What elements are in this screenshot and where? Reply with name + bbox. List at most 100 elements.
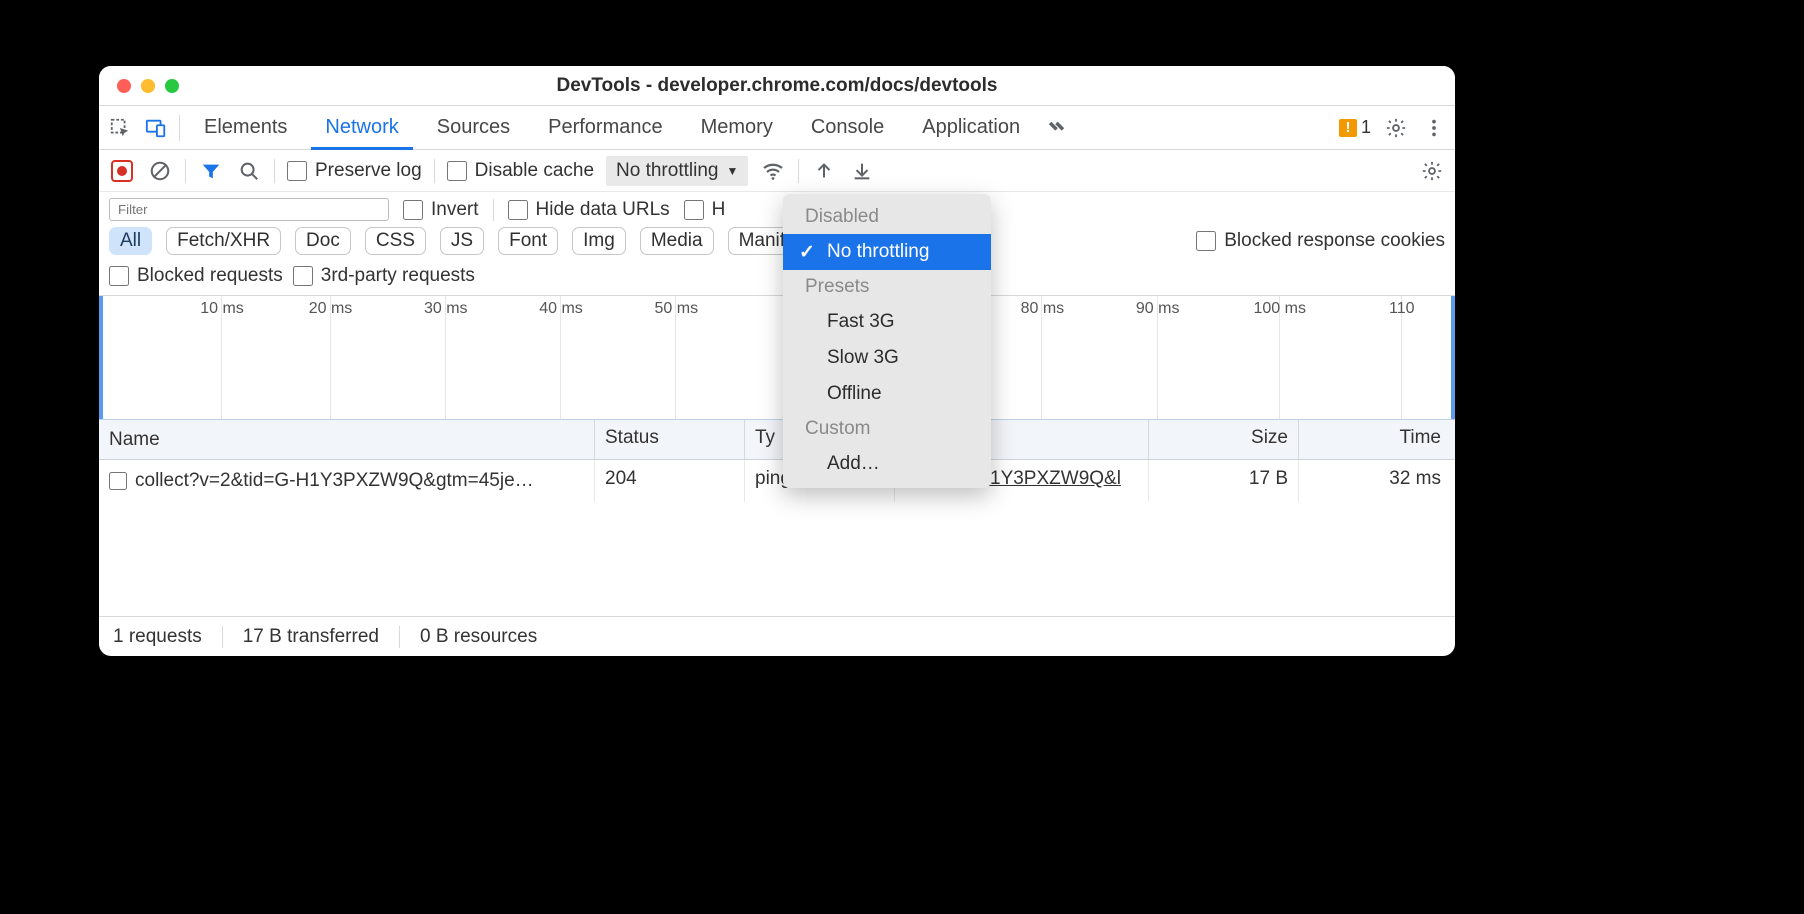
disable-cache-checkbox[interactable]: Disable cache xyxy=(447,160,594,182)
type-pill-media[interactable]: Media xyxy=(640,227,714,255)
tab-console[interactable]: Console xyxy=(797,108,898,147)
tab-performance[interactable]: Performance xyxy=(534,108,677,147)
col-header-status[interactable]: Status xyxy=(595,420,745,459)
type-pill-js[interactable]: JS xyxy=(440,227,484,255)
inspect-element-icon[interactable] xyxy=(107,115,133,141)
filter-input[interactable] xyxy=(109,198,389,221)
panel-settings-gear-icon[interactable] xyxy=(1419,158,1445,184)
network-toolbar: Preserve log Disable cache No throttling… xyxy=(99,150,1455,192)
request-time: 32 ms xyxy=(1299,460,1455,502)
separator xyxy=(179,115,180,141)
settings-gear-icon[interactable] xyxy=(1383,115,1409,141)
status-resources: 0 B resources xyxy=(420,626,537,648)
type-pill-font[interactable]: Font xyxy=(498,227,558,255)
timeline-tick: 40 ms xyxy=(560,296,561,419)
blocked-response-cookies-checkbox[interactable]: Blocked response cookies xyxy=(1196,230,1445,252)
timeline-handle-right[interactable] xyxy=(1451,296,1455,419)
col-header-name[interactable]: Name xyxy=(99,420,595,459)
timeline-tick: 30 ms xyxy=(445,296,446,419)
hide-data-urls-checkbox[interactable]: Hide data URLs xyxy=(508,199,670,221)
blocked-requests-checkbox[interactable]: Blocked requests xyxy=(109,265,283,287)
throttling-group-custom: Custom xyxy=(783,412,991,446)
separator xyxy=(222,626,223,648)
throttling-option-fast-3g[interactable]: Fast 3G xyxy=(783,304,991,340)
throttling-menu: Disabled No throttling Presets Fast 3G S… xyxy=(783,194,991,488)
third-party-label: 3rd-party requests xyxy=(321,265,475,287)
devtools-window: DevTools - developer.chrome.com/docs/dev… xyxy=(99,66,1455,656)
window-title: DevTools - developer.chrome.com/docs/dev… xyxy=(557,75,998,97)
extra-filters-row: Blocked requests 3rd-party requests xyxy=(99,261,1455,296)
throttling-selected-label: No throttling xyxy=(616,160,718,182)
status-bar: 1 requests 17 B transferred 0 B resource… xyxy=(99,616,1455,656)
device-toolbar-icon[interactable] xyxy=(143,115,169,141)
timeline-handle-left[interactable] xyxy=(99,296,103,419)
type-pill-css[interactable]: CSS xyxy=(365,227,426,255)
third-party-checkbox[interactable]: 3rd-party requests xyxy=(293,265,475,287)
row-checkbox[interactable] xyxy=(109,472,127,490)
table-row[interactable]: collect?v=2&tid=G-H1Y3PXZW9Q&gtm=45je… 2… xyxy=(99,460,1455,502)
request-size: 17 B xyxy=(1149,460,1299,502)
tab-memory[interactable]: Memory xyxy=(687,108,787,147)
minimize-window-button[interactable] xyxy=(141,79,155,93)
separator xyxy=(434,159,435,183)
timeline-tick: 20 ms xyxy=(330,296,331,419)
throttling-option-slow-3g[interactable]: Slow 3G xyxy=(783,340,991,376)
status-transferred: 17 B transferred xyxy=(243,626,379,648)
resource-type-filters: All Fetch/XHR Doc CSS JS Font Img Media … xyxy=(99,227,1455,261)
type-pill-fetchxhr[interactable]: Fetch/XHR xyxy=(166,227,281,255)
throttling-group-presets: Presets xyxy=(783,270,991,304)
type-pill-doc[interactable]: Doc xyxy=(295,227,351,255)
kebab-menu-icon[interactable] xyxy=(1421,115,1447,141)
tab-network[interactable]: Network xyxy=(311,108,412,150)
network-conditions-icon[interactable] xyxy=(760,158,786,184)
clear-button[interactable] xyxy=(147,158,173,184)
search-icon[interactable] xyxy=(236,158,262,184)
invert-checkbox[interactable]: Invert xyxy=(403,199,479,221)
col-header-size[interactable]: Size xyxy=(1149,420,1299,459)
separator xyxy=(798,159,799,183)
type-pill-all[interactable]: All xyxy=(109,227,152,255)
timeline-tick: 110 xyxy=(1401,296,1402,419)
window-controls xyxy=(117,79,179,93)
separator xyxy=(399,626,400,648)
tab-sources[interactable]: Sources xyxy=(423,108,524,147)
type-pill-img[interactable]: Img xyxy=(572,227,626,255)
separator xyxy=(274,159,275,183)
throttling-dropdown[interactable]: No throttling ▼ xyxy=(606,156,748,186)
more-tabs-chevron-icon[interactable] xyxy=(1044,115,1070,141)
throttling-option-offline[interactable]: Offline xyxy=(783,376,991,412)
tab-application[interactable]: Application xyxy=(908,108,1034,147)
close-window-button[interactable] xyxy=(117,79,131,93)
download-har-icon[interactable] xyxy=(849,158,875,184)
overview-timeline[interactable]: 10 ms 20 ms 30 ms 40 ms 50 ms 80 ms 90 m… xyxy=(99,296,1455,420)
issues-badge[interactable]: ! 1 xyxy=(1339,117,1371,138)
hide-data-urls-label: Hide data URLs xyxy=(536,199,670,221)
col-header-time[interactable]: Time xyxy=(1299,420,1455,459)
request-name: collect?v=2&tid=G-H1Y3PXZW9Q&gtm=45je… xyxy=(135,470,534,492)
preserve-log-label: Preserve log xyxy=(315,160,422,182)
zoom-window-button[interactable] xyxy=(165,79,179,93)
throttling-group-disabled: Disabled xyxy=(783,200,991,234)
throttling-option-no-throttling[interactable]: No throttling xyxy=(783,234,991,270)
truncated-checkbox[interactable]: H xyxy=(684,199,726,221)
preserve-log-checkbox[interactable]: Preserve log xyxy=(287,160,422,182)
filter-row: Invert Hide data URLs H xyxy=(99,192,1455,227)
titlebar: DevTools - developer.chrome.com/docs/dev… xyxy=(99,66,1455,106)
blocked-response-cookies-label: Blocked response cookies xyxy=(1224,230,1445,252)
requests-table-header: Name Status Ty Size Time xyxy=(99,420,1455,460)
record-button[interactable] xyxy=(109,158,135,184)
status-requests: 1 requests xyxy=(113,626,202,648)
separator xyxy=(185,159,186,183)
filter-toggle-icon[interactable] xyxy=(198,158,224,184)
tab-elements[interactable]: Elements xyxy=(190,108,301,147)
invert-label: Invert xyxy=(431,199,479,221)
timeline-tick: 90 ms xyxy=(1157,296,1158,419)
issues-count: 1 xyxy=(1361,117,1371,138)
timeline-tick: 80 ms xyxy=(1041,296,1042,419)
upload-har-icon[interactable] xyxy=(811,158,837,184)
timeline-tick: 50 ms xyxy=(675,296,676,419)
separator xyxy=(493,199,494,221)
requests-table-body: collect?v=2&tid=G-H1Y3PXZW9Q&gtm=45je… 2… xyxy=(99,460,1455,616)
throttling-option-add[interactable]: Add… xyxy=(783,446,991,482)
timeline-tick: 10 ms xyxy=(221,296,222,419)
